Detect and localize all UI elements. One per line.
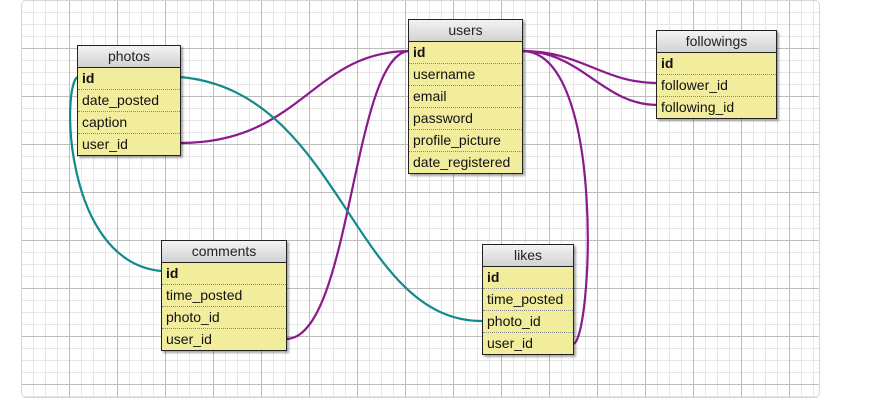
field-comments-user-id[interactable]: user_id [162,328,286,350]
field-likes-user-id[interactable]: user_id [483,332,573,354]
table-title: likes [483,245,573,267]
field-likes-time-posted[interactable]: time_posted [483,288,573,310]
field-photos-date-posted[interactable]: date_posted [78,89,180,111]
relation-photos-user-to-users-id [179,49,411,145]
field-followings-id[interactable]: id [657,53,776,74]
field-users-date-registered[interactable]: date_registered [409,151,522,173]
field-users-email[interactable]: email [409,85,522,107]
table-title: photos [78,46,180,68]
field-photos-caption[interactable]: caption [78,111,180,133]
field-likes-photo-id[interactable]: photo_id [483,310,573,332]
table-title: comments [162,241,286,263]
table-photos[interactable]: photos id date_posted caption user_id [77,45,181,156]
field-comments-time-posted[interactable]: time_posted [162,284,286,306]
field-photos-id[interactable]: id [78,68,180,89]
table-title: users [409,20,522,42]
field-comments-photo-id[interactable]: photo_id [162,306,286,328]
schema-canvas: photos id date_posted caption user_id us… [21,0,820,398]
table-title: followings [657,31,776,53]
relation-following-to-users-id [521,49,659,107]
field-comments-id[interactable]: id [162,263,286,284]
field-followings-following-id[interactable]: following_id [657,96,776,118]
field-followings-follower-id[interactable]: follower_id [657,74,776,96]
field-photos-user-id[interactable]: user_id [78,133,180,155]
table-likes[interactable]: likes id time_posted photo_id user_id [482,244,574,355]
relation-comments-user-to-users-id [285,49,411,341]
table-followings[interactable]: followings id follower_id following_id [656,30,777,119]
field-users-id[interactable]: id [409,42,522,63]
field-users-username[interactable]: username [409,63,522,85]
field-users-profile-picture[interactable]: profile_picture [409,129,522,151]
field-users-password[interactable]: password [409,107,522,129]
table-comments[interactable]: comments id time_posted photo_id user_id [161,240,287,351]
relation-follower-to-users-id [521,49,659,85]
table-users[interactable]: users id username email password profile… [408,19,523,174]
field-likes-id[interactable]: id [483,267,573,288]
